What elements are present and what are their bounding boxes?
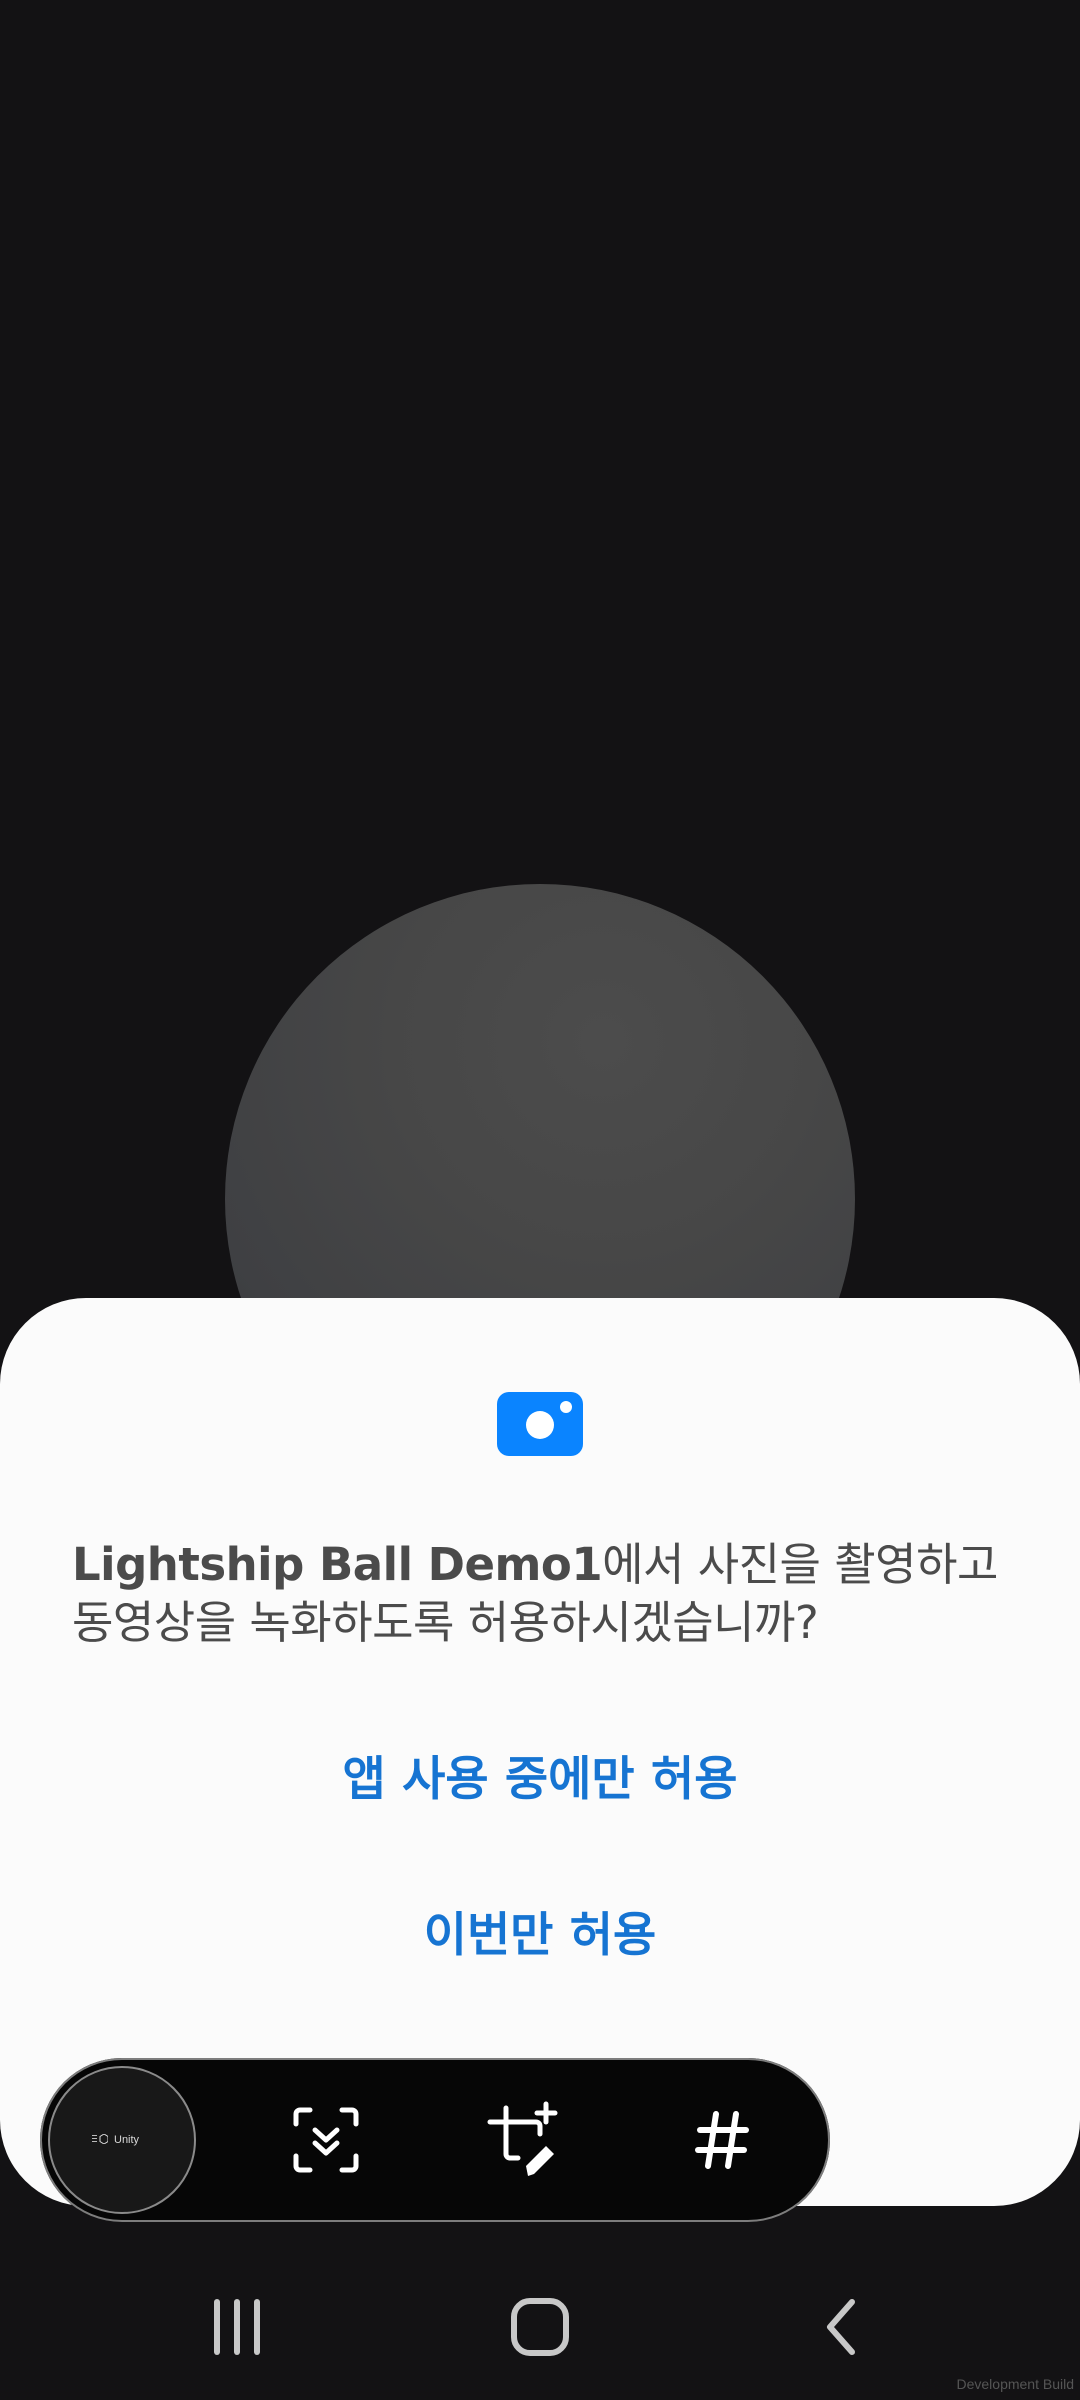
allow-once-button[interactable]: 이번만 허용: [0, 1901, 1080, 1971]
camera-icon: [497, 1392, 583, 1456]
unity-logo-icon: [92, 2134, 108, 2144]
screen: Lightship Ball Demo1에서 사진을 촬영하고 동영상을 녹화하…: [0, 0, 1080, 2400]
allow-while-using-button[interactable]: 앱 사용 중에만 허용: [0, 1745, 1080, 1815]
hashtag-icon[interactable]: [682, 2100, 762, 2180]
permission-prompt: Lightship Ball Demo1에서 사진을 촬영하고 동영상을 녹화하…: [72, 1536, 1032, 1652]
prompt-line2: 동영상을 녹화하도록 허용하시겠습니까?: [72, 1596, 819, 1649]
recent-apps-icon[interactable]: [202, 2296, 272, 2358]
app-name: Lightship Ball Demo1: [72, 1538, 603, 1591]
development-build-watermark: Development Build: [956, 2376, 1074, 2392]
home-icon[interactable]: [505, 2296, 575, 2358]
screenshot-thumbnail[interactable]: Unity: [48, 2066, 196, 2214]
thumbnail-label: Unity: [114, 2134, 140, 2146]
prompt-line1: 에서 사진을 촬영하고: [602, 1538, 998, 1591]
crop-draw-icon[interactable]: [484, 2100, 564, 2180]
back-icon[interactable]: [808, 2296, 878, 2358]
scroll-capture-icon[interactable]: [286, 2100, 366, 2180]
